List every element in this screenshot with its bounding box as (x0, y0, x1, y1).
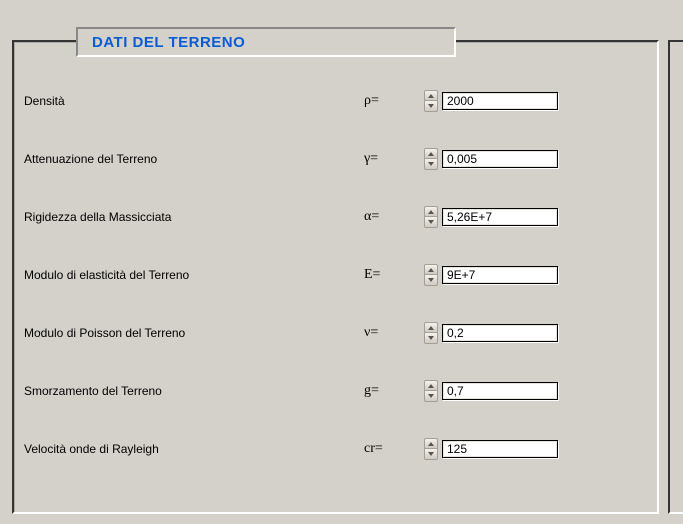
spin-up-icon[interactable] (424, 90, 438, 101)
spin-down-icon[interactable] (424, 217, 438, 228)
input-rayleigh[interactable] (442, 440, 558, 458)
spin-down-icon[interactable] (424, 449, 438, 460)
spin-down-icon[interactable] (424, 159, 438, 170)
symbol-nu: ν= (364, 325, 424, 341)
adjacent-panel (668, 40, 683, 514)
input-elastic-modulus[interactable] (442, 266, 558, 284)
spinner-attenuation[interactable] (424, 148, 438, 170)
panel-title: DATI DEL TERRENO (92, 34, 245, 51)
spin-up-icon[interactable] (424, 380, 438, 391)
symbol-g: g= (364, 383, 424, 399)
input-damping[interactable] (442, 382, 558, 400)
spin-down-icon[interactable] (424, 101, 438, 112)
symbol-cr: cr= (364, 441, 424, 457)
row-elastic-modulus: Modulo di elasticità del Terreno E= (24, 264, 644, 286)
label-elastic-modulus: Modulo di elasticità del Terreno (24, 268, 364, 282)
symbol-gamma: γ= (364, 151, 424, 167)
row-density: Densità ρ= (24, 90, 644, 112)
label-density: Densità (24, 94, 364, 108)
label-damping: Smorzamento del Terreno (24, 384, 364, 398)
row-attenuation: Attenuazione del Terreno γ= (24, 148, 644, 170)
spinner-stiffness[interactable] (424, 206, 438, 228)
input-attenuation[interactable] (442, 150, 558, 168)
spin-up-icon[interactable] (424, 438, 438, 449)
spin-up-icon[interactable] (424, 322, 438, 333)
panel-title-box: DATI DEL TERRENO (76, 27, 456, 57)
row-damping: Smorzamento del Terreno g= (24, 380, 644, 402)
spin-down-icon[interactable] (424, 391, 438, 402)
spin-up-icon[interactable] (424, 264, 438, 275)
symbol-alpha: α= (364, 209, 424, 225)
symbol-e: E= (364, 267, 424, 283)
label-poisson: Modulo di Poisson del Terreno (24, 326, 364, 340)
spin-down-icon[interactable] (424, 275, 438, 286)
terrain-data-panel: DATI DEL TERRENO Densità ρ= Attenuazione… (12, 40, 659, 514)
spinner-elastic-modulus[interactable] (424, 264, 438, 286)
spin-up-icon[interactable] (424, 206, 438, 217)
input-poisson[interactable] (442, 324, 558, 342)
spinner-density[interactable] (424, 90, 438, 112)
spinner-damping[interactable] (424, 380, 438, 402)
label-stiffness: Rigidezza della Massicciata (24, 210, 364, 224)
spin-down-icon[interactable] (424, 333, 438, 344)
row-poisson: Modulo di Poisson del Terreno ν= (24, 322, 644, 344)
row-stiffness: Rigidezza della Massicciata α= (24, 206, 644, 228)
input-stiffness[interactable] (442, 208, 558, 226)
spinner-rayleigh[interactable] (424, 438, 438, 460)
label-rayleigh: Velocità onde di Rayleigh (24, 442, 364, 456)
row-rayleigh: Velocità onde di Rayleigh cr= (24, 438, 644, 460)
label-attenuation: Attenuazione del Terreno (24, 152, 364, 166)
spin-up-icon[interactable] (424, 148, 438, 159)
input-density[interactable] (442, 92, 558, 110)
symbol-rho: ρ= (364, 93, 424, 109)
spinner-poisson[interactable] (424, 322, 438, 344)
